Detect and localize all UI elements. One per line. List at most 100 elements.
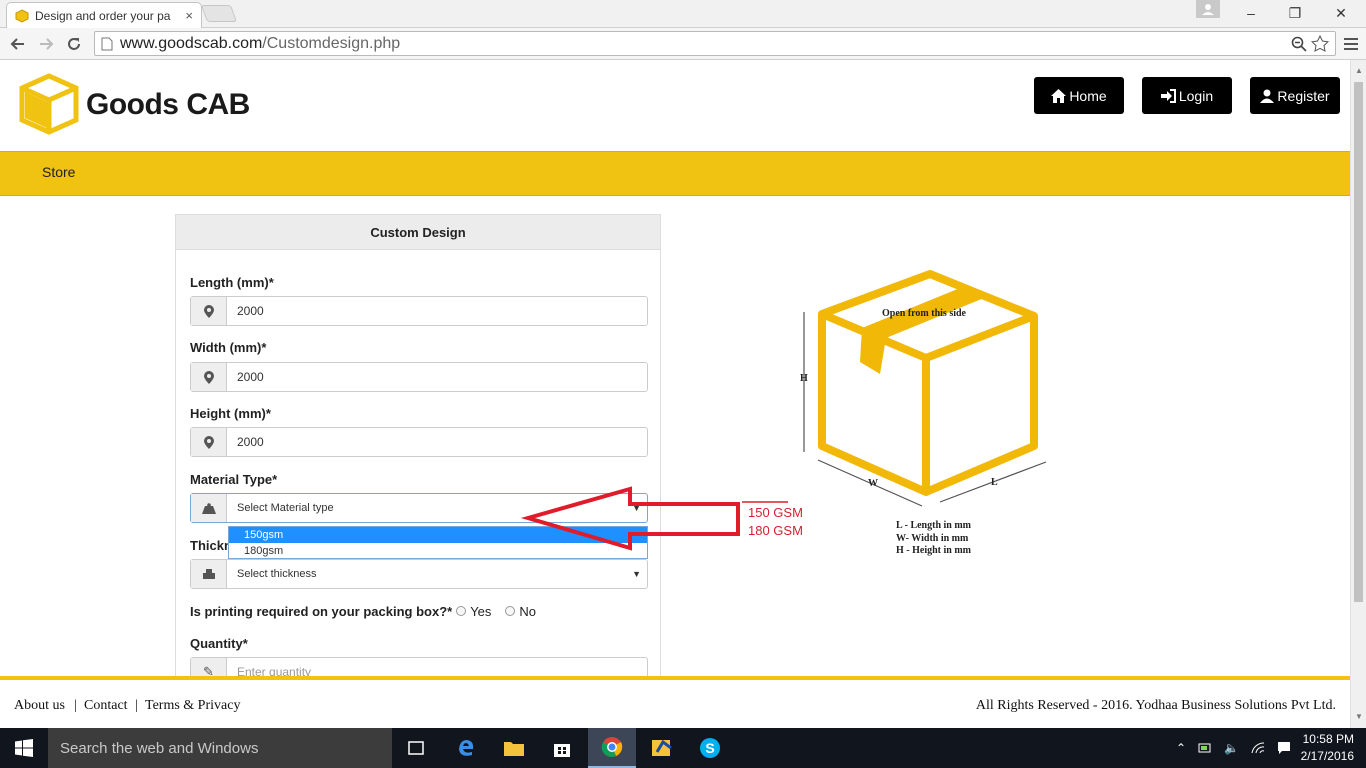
nav-item-store[interactable]: Store [42, 164, 75, 180]
diagram-h-label: H [800, 373, 808, 384]
printing-no-radio[interactable] [505, 605, 516, 616]
notifications-icon[interactable] [1277, 741, 1291, 755]
thickness-label: Thickn [190, 538, 232, 553]
file-explorer-icon[interactable] [490, 728, 538, 768]
width-input[interactable]: 2000 [227, 363, 647, 391]
printing-question: Is printing required on your packing box… [190, 604, 536, 619]
length-field[interactable]: 2000 [190, 296, 648, 326]
footer-about-link[interactable]: About us [14, 698, 65, 714]
new-tab-button[interactable] [200, 5, 238, 22]
home-icon [1051, 88, 1067, 103]
svg-text:S: S [705, 740, 714, 756]
taskbar-search-placeholder: Search the web and Windows [60, 739, 259, 757]
chrome-menu-icon[interactable] [1344, 36, 1358, 52]
skype-icon[interactable]: S [686, 728, 734, 768]
system-tray: ⌃ 🔈 [1176, 728, 1291, 768]
clock-time: 10:58 PM [1302, 732, 1354, 746]
page-icon [101, 37, 113, 51]
wifi-icon[interactable] [1251, 742, 1265, 754]
width-label: Width (mm)* [190, 340, 267, 355]
quantity-label: Quantity* [190, 636, 248, 651]
height-input[interactable]: 2000 [227, 428, 647, 456]
legend-width: W- Width in mm [896, 532, 969, 544]
layers-icon [191, 560, 227, 588]
login-icon [1160, 88, 1176, 103]
weight-icon [191, 494, 227, 522]
height-field[interactable]: 2000 [190, 427, 648, 457]
volume-icon[interactable]: 🔈 [1224, 741, 1239, 755]
goodscab-logo-icon [19, 73, 79, 135]
home-label: Home [1069, 87, 1107, 104]
map-marker-icon [191, 297, 227, 325]
bookmark-star-icon[interactable] [1311, 35, 1329, 53]
diagram-w-label: W [868, 478, 878, 489]
browser-toolbar: www.goodscab.com/Customdesign.php [0, 28, 1366, 60]
box-favicon-icon [15, 8, 29, 23]
battery-icon[interactable] [1198, 743, 1212, 753]
browser-tab[interactable]: Design and order your pa × [6, 2, 202, 28]
windows-taskbar: Search the web and Windows S ⌃ 🔈 10:58 P… [0, 728, 1366, 768]
edge-browser-icon[interactable] [442, 728, 490, 768]
annotation-150gsm: 150 GSM [748, 505, 803, 520]
legend-height: H - Height in mm [896, 545, 971, 556]
chevron-up-icon[interactable]: ⌃ [1176, 741, 1186, 755]
footer-separator: | [74, 698, 77, 713]
chrome-app-icon[interactable] [588, 728, 636, 768]
maximize-button[interactable]: ❐ [1272, 0, 1318, 26]
length-input[interactable]: 2000 [227, 297, 647, 325]
map-marker-icon [191, 363, 227, 391]
register-button[interactable]: Register [1250, 77, 1340, 114]
store-bag-icon[interactable] [538, 728, 586, 768]
main-nav-bar [0, 151, 1350, 196]
thickness-field[interactable]: Select thickness ▼ [190, 559, 648, 589]
tab-title: Design and order your pa [35, 8, 171, 23]
clock-date: 2/17/2016 [1300, 749, 1354, 763]
map-marker-icon [191, 428, 227, 456]
diagram-l-label: L [991, 477, 998, 488]
forward-arrow-icon[interactable] [34, 32, 58, 56]
user-profile-icon[interactable] [1196, 0, 1220, 18]
printing-yes-radio[interactable] [456, 605, 467, 616]
address-url: www.goodscab.com/Customdesign.php [120, 34, 401, 52]
footer-separator: | [135, 698, 138, 713]
printing-no-label: No [519, 604, 537, 619]
page-scrollbar[interactable]: ▲ ▼ [1350, 60, 1366, 728]
thickness-select[interactable]: Select thickness [227, 560, 647, 588]
address-bar[interactable]: www.goodscab.com/Customdesign.php [94, 31, 1336, 56]
width-field[interactable]: 2000 [190, 362, 648, 392]
height-label: Height (mm)* [190, 406, 271, 421]
annotation-180gsm: 180 GSM [748, 523, 803, 538]
scroll-down-icon[interactable]: ▼ [1355, 712, 1363, 721]
zoom-icon[interactable] [1291, 36, 1307, 52]
footer-terms-link[interactable]: Terms & Privacy [145, 698, 240, 714]
diagram-legend: L - Length in mm W- Width in mm H - Heig… [896, 520, 971, 558]
browser-tabstrip: Design and order your pa × – ❐ ✕ [0, 0, 1366, 28]
home-button[interactable]: Home [1034, 77, 1124, 114]
reload-icon[interactable] [62, 32, 86, 56]
login-label: Login [1178, 87, 1214, 104]
tab-close-icon[interactable]: × [185, 8, 193, 23]
taskbar-search-box[interactable]: Search the web and Windows [48, 728, 392, 768]
legend-length: L - Length in mm [896, 520, 972, 531]
windows-start-icon[interactable] [0, 728, 48, 768]
material-type-label: Material Type* [190, 472, 278, 487]
custom-design-panel: Custom Design Length (mm)* 2000 Width (m… [175, 214, 661, 687]
footer-contact-link[interactable]: Contact [84, 698, 128, 714]
scroll-up-icon[interactable]: ▲ [1355, 66, 1363, 75]
register-label: Register [1277, 87, 1330, 104]
login-button[interactable]: Login [1142, 77, 1232, 114]
back-arrow-icon[interactable] [6, 32, 30, 56]
close-window-button[interactable]: ✕ [1318, 0, 1364, 26]
taskbar-clock[interactable]: 10:58 PM 2/17/2016 [1301, 731, 1354, 765]
chevron-down-icon: ▼ [632, 569, 641, 579]
length-label: Length (mm)* [190, 275, 274, 290]
brand-name[interactable]: Goods CAB [86, 88, 250, 122]
footer-copyright: All Rights Reserved - 2016. Yodhaa Busin… [975, 698, 1336, 713]
printing-label: Is printing required on your packing box… [190, 604, 453, 619]
scrollbar-thumb[interactable] [1354, 82, 1363, 602]
app-pinned-icon[interactable] [638, 728, 686, 768]
diagram-open-side-label: Open from this side [882, 308, 966, 319]
minimize-button[interactable]: – [1228, 0, 1274, 26]
task-view-icon[interactable] [392, 728, 440, 768]
panel-heading: Custom Design [176, 215, 660, 250]
